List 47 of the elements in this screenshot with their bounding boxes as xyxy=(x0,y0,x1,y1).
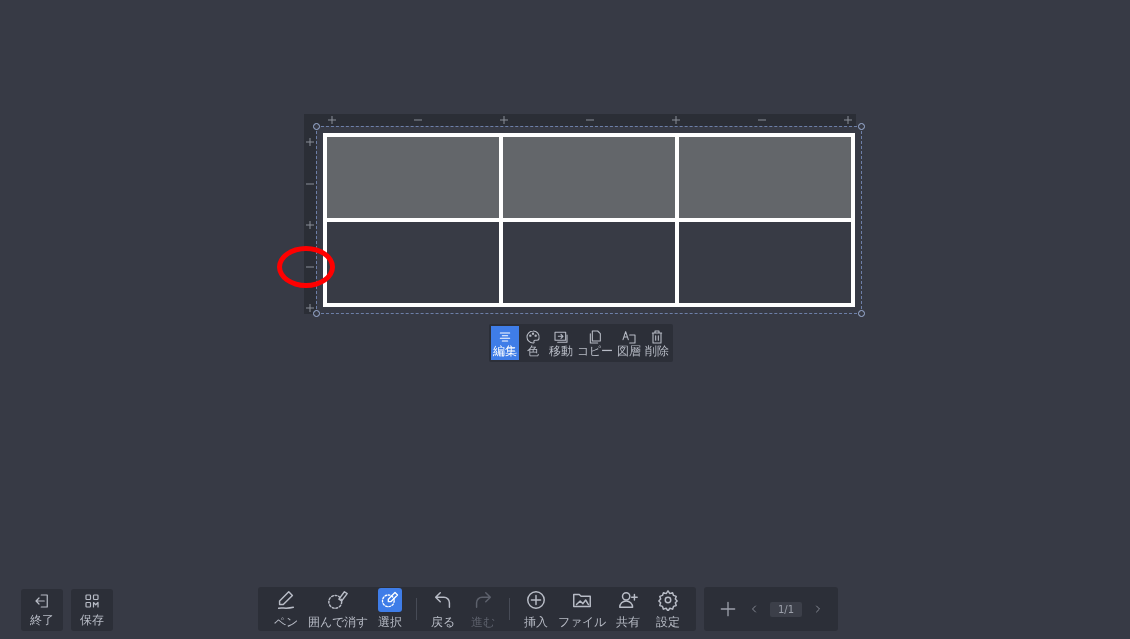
add-icon[interactable] xyxy=(844,116,852,124)
grid-icon xyxy=(83,591,101,610)
pen-icon xyxy=(275,588,297,611)
toolbar-button[interactable]: 戻る xyxy=(423,587,463,631)
toolbar-button[interactable]: 色 xyxy=(519,326,547,360)
toolbar-button[interactable]: 移動 xyxy=(547,326,575,360)
resize-handle[interactable] xyxy=(313,123,320,130)
align-lines-icon xyxy=(497,329,513,345)
toolbar-button[interactable]: 編集 xyxy=(491,326,519,360)
side-button[interactable]: 保存 xyxy=(71,589,113,631)
add-icon[interactable] xyxy=(672,116,680,124)
plus-circle-icon xyxy=(525,588,547,611)
toolbar-button[interactable]: 選択 xyxy=(370,587,410,631)
toolbar-button[interactable]: 図層 xyxy=(615,326,643,360)
add-icon[interactable] xyxy=(306,138,314,146)
add-icon[interactable] xyxy=(306,221,314,229)
add-icon[interactable] xyxy=(328,116,336,124)
side-button[interactable]: 終了 xyxy=(21,589,63,631)
toolbar-button[interactable]: 共有 xyxy=(608,587,648,631)
add-icon[interactable] xyxy=(306,304,314,312)
lasso-eraser-icon xyxy=(327,588,349,611)
remove-icon[interactable] xyxy=(758,116,766,124)
gear-icon xyxy=(657,588,679,611)
move-box-icon xyxy=(553,329,569,345)
toolbar-button[interactable]: ペン xyxy=(266,587,306,631)
page-indicator: 1/1 xyxy=(770,601,803,617)
palette-icon xyxy=(525,329,541,345)
toolbar-button[interactable]: 削除 xyxy=(643,326,671,360)
toolbar-button[interactable]: ファイル xyxy=(556,587,608,631)
add-icon[interactable] xyxy=(500,116,508,124)
trash-icon xyxy=(649,329,665,345)
resize-handle[interactable] xyxy=(313,310,320,317)
lasso-pen-icon xyxy=(380,589,400,610)
toolbar-button[interactable]: コピー xyxy=(575,326,615,360)
highlight-circle xyxy=(277,246,335,288)
resize-handle[interactable] xyxy=(858,123,865,130)
copy-icon xyxy=(587,329,603,345)
add-page-button[interactable] xyxy=(718,599,738,619)
plus-icon xyxy=(718,599,738,619)
text-box-icon xyxy=(621,329,637,345)
toolbar-button[interactable]: 設定 xyxy=(648,587,688,631)
toolbar-button[interactable]: 挿入 xyxy=(516,587,556,631)
remove-icon[interactable] xyxy=(586,116,594,124)
exit-icon xyxy=(33,591,51,610)
remove-icon[interactable] xyxy=(414,116,422,124)
toolbar-button[interactable]: 囲んで消す xyxy=(306,587,370,631)
resize-handle[interactable] xyxy=(858,310,865,317)
